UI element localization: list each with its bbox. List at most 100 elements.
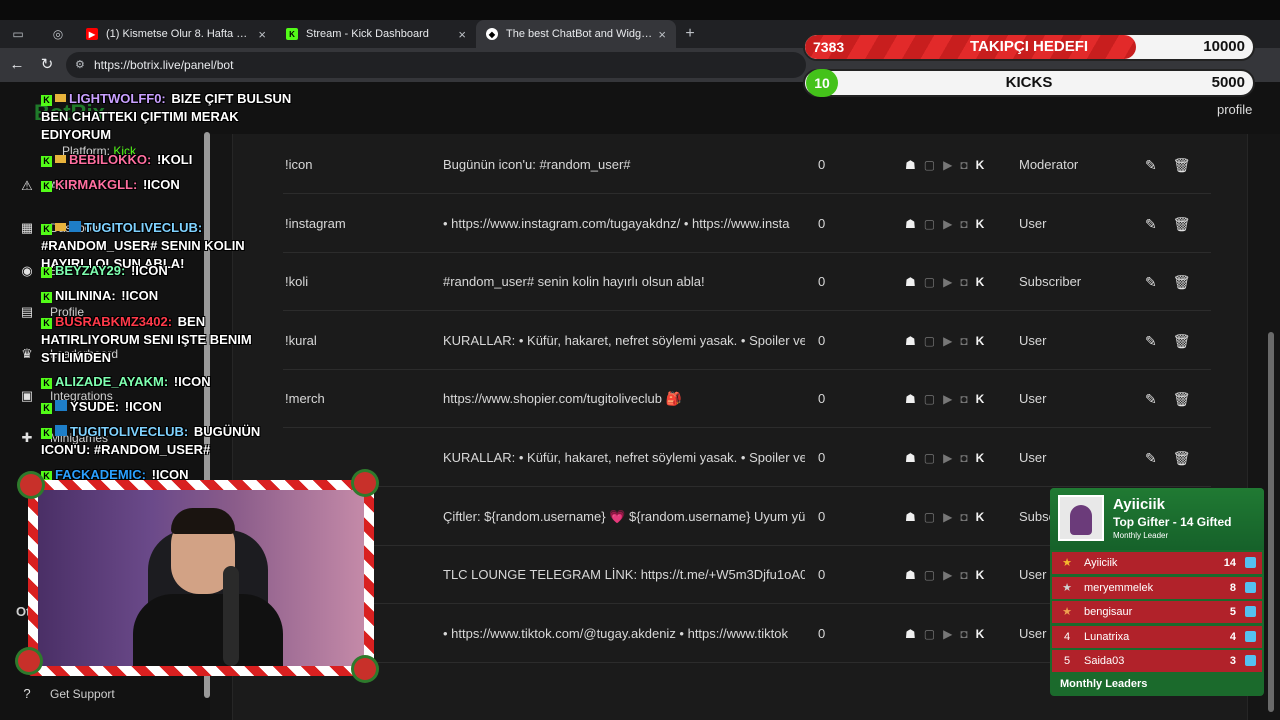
trash-icon[interactable]: 🗑 xyxy=(1173,334,1191,348)
command-response: https://www.shopier.com/tugitoliveclub 🎒 xyxy=(443,391,682,407)
kick-icon[interactable]: K xyxy=(976,510,985,524)
youtube-icon[interactable]: ▶ xyxy=(943,451,952,465)
edit-icon[interactable]: ✎ xyxy=(1145,158,1157,172)
avatar xyxy=(1058,495,1104,541)
close-tab-icon[interactable]: × xyxy=(458,27,466,42)
kick-icon[interactable]: K xyxy=(976,451,985,465)
new-tab-button[interactable]: + xyxy=(682,26,698,42)
botrix-icon: ◆ xyxy=(486,28,498,40)
trash-icon[interactable]: 🗑 xyxy=(1173,451,1191,465)
leaderboard-name: Saida03 xyxy=(1084,655,1125,667)
kick-icon[interactable]: K xyxy=(976,275,985,289)
table-row[interactable]: !icon Bugünün icon'u: #random_user# 0 ☗ ▢ ▶ ◘ K… xyxy=(283,136,1211,194)
edit-icon[interactable]: ✎ xyxy=(1145,217,1157,231)
bot-icon[interactable]: ☗ xyxy=(905,568,916,582)
youtube-icon[interactable]: ▶ xyxy=(943,627,952,641)
edit-icon[interactable]: ✎ xyxy=(1145,334,1157,348)
follower-goal-max: 10000 xyxy=(1203,38,1245,55)
chat-username: NILININA: xyxy=(55,288,116,303)
command-response: • https://www.tiktok.com/@tugay.akdeniz … xyxy=(443,625,789,641)
twitch-icon[interactable]: ▢ xyxy=(924,627,935,641)
discord-icon[interactable]: ◘ xyxy=(960,334,967,348)
twitch-icon[interactable]: ▢ xyxy=(924,334,935,348)
discord-icon[interactable]: ◘ xyxy=(960,627,967,641)
command-name: !merch xyxy=(285,391,325,407)
discord-icon[interactable]: ◘ xyxy=(960,275,967,289)
bot-icon[interactable]: ☗ xyxy=(905,451,916,465)
edit-icon[interactable]: ✎ xyxy=(1145,451,1157,465)
discord-icon[interactable]: ◘ xyxy=(960,158,967,172)
command-name: !icon xyxy=(285,157,313,172)
bot-icon[interactable]: ☗ xyxy=(905,275,916,289)
youtube-icon[interactable]: ▶ xyxy=(943,392,952,406)
kick-icon[interactable]: K xyxy=(976,627,985,641)
get-support-label: Get Support xyxy=(50,686,115,701)
row-actions: ✎🗑 xyxy=(1145,195,1205,253)
youtube-icon[interactable]: ▶ xyxy=(943,568,952,582)
tab-kick-dashboard[interactable]: K Stream - Kick Dashboard × xyxy=(276,20,476,48)
ornament-icon xyxy=(20,474,42,496)
command-uses: 0 xyxy=(818,157,826,172)
bot-icon[interactable]: ☗ xyxy=(905,392,916,406)
command-permission: User xyxy=(1019,450,1047,465)
discord-icon[interactable]: ◘ xyxy=(960,568,967,582)
trash-icon[interactable]: 🗑 xyxy=(1173,217,1191,231)
bot-icon[interactable]: ☗ xyxy=(905,217,916,231)
bot-icon[interactable]: ☗ xyxy=(905,627,916,641)
leaderboard-rank: 5 xyxy=(1063,655,1071,667)
trash-icon[interactable]: 🗑 xyxy=(1173,392,1191,406)
table-row[interactable]: !koli #random_user# senin kolin hayırlı o… xyxy=(283,253,1211,312)
youtube-icon[interactable]: ▶ xyxy=(943,275,952,289)
edit-icon[interactable]: ✎ xyxy=(1145,392,1157,406)
kick-badge-icon: K xyxy=(41,95,52,106)
ornament-icon xyxy=(18,650,40,672)
bot-icon[interactable]: ☗ xyxy=(905,158,916,172)
follower-goal-label: TAKIPÇI HEDEFI xyxy=(969,38,1089,55)
profile-link[interactable]: profile xyxy=(1217,102,1252,117)
verified-badge-icon xyxy=(55,400,67,411)
table-row[interactable]: !instagram • https://www.instagram.com/tu… xyxy=(283,195,1211,253)
trash-icon[interactable]: 🗑 xyxy=(1173,275,1191,289)
kick-icon[interactable]: K xyxy=(976,568,985,582)
table-row[interactable]: !kural KURALLAR: • Küfür, hakaret, nefret… xyxy=(283,312,1211,370)
kick-icon[interactable]: K xyxy=(976,392,985,406)
youtube-icon[interactable]: ▶ xyxy=(943,158,952,172)
table-row[interactable]: KURALLAR: • Küfür, hakaret, nefret söyle… xyxy=(283,429,1211,487)
discord-icon[interactable]: ◘ xyxy=(960,451,967,465)
bot-icon[interactable]: ☗ xyxy=(905,334,916,348)
discord-icon[interactable]: ◘ xyxy=(960,217,967,231)
platform-icons: ☗ ▢ ▶ ◘ K xyxy=(905,429,1017,487)
ornament-icon xyxy=(354,658,376,680)
kick-badge-icon: K xyxy=(41,156,52,167)
twitch-icon[interactable]: ▢ xyxy=(924,392,935,406)
twitch-icon[interactable]: ▢ xyxy=(924,158,935,172)
twitch-icon[interactable]: ▢ xyxy=(924,510,935,524)
get-support-link[interactable]: ? Get Support xyxy=(18,686,115,701)
verified-badge-icon xyxy=(69,221,81,232)
chat-message: K YSUDE: !ICON xyxy=(41,398,296,416)
discord-icon[interactable]: ◘ xyxy=(960,510,967,524)
twitch-icon[interactable]: ▢ xyxy=(924,568,935,582)
tab-botrix[interactable]: ◆ The best ChatBot and Widgets fo × xyxy=(476,20,676,48)
edit-icon[interactable]: ✎ xyxy=(1145,275,1157,289)
page-scrollbar[interactable] xyxy=(1268,332,1274,712)
command-permission: User xyxy=(1019,215,1047,231)
twitch-icon[interactable]: ▢ xyxy=(924,217,935,231)
twitch-icon[interactable]: ▢ xyxy=(924,275,935,289)
kick-badge-icon: K xyxy=(41,378,52,389)
close-tab-icon[interactable]: × xyxy=(658,27,666,42)
youtube-icon[interactable]: ▶ xyxy=(943,217,952,231)
youtube-icon[interactable]: ▶ xyxy=(943,334,952,348)
row-actions: ✎🗑 xyxy=(1145,136,1205,194)
bot-icon[interactable]: ☗ xyxy=(905,510,916,524)
table-row[interactable]: !merch https://www.shopier.com/tugitolive… xyxy=(283,370,1211,429)
kick-icon[interactable]: K xyxy=(976,334,985,348)
twitch-icon[interactable]: ▢ xyxy=(924,451,935,465)
kick-icon[interactable]: K xyxy=(976,217,985,231)
trash-icon[interactable]: 🗑 xyxy=(1173,158,1191,172)
kick-icon[interactable]: K xyxy=(976,158,985,172)
chat-message: K BUSRABKMZ3402: BEN HATIRLIYORUM SENI IŞ… xyxy=(41,313,296,367)
command-response: Bugünün icon'u: #random_user# xyxy=(443,157,631,172)
youtube-icon[interactable]: ▶ xyxy=(943,510,952,524)
discord-icon[interactable]: ◘ xyxy=(960,392,967,406)
